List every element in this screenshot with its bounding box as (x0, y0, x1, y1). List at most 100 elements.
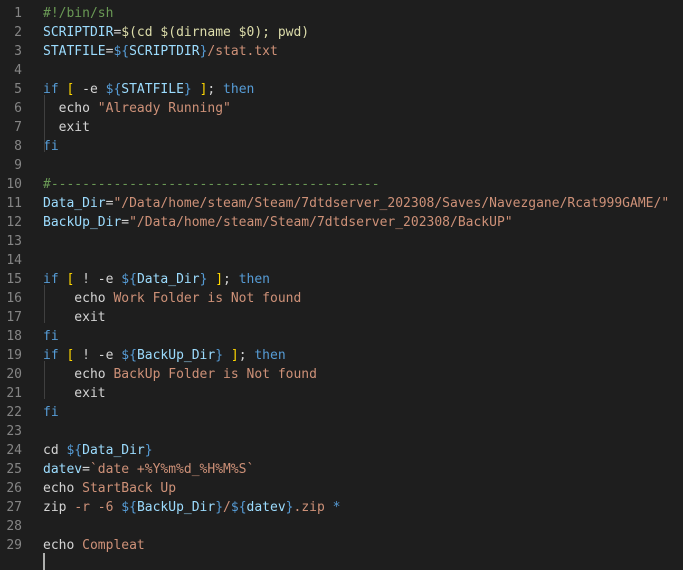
code-token-bracket: ] (230, 348, 239, 363)
code-token-string: Work Folder is Not found (113, 291, 302, 306)
code-line[interactable]: if [ -e ${STATFILE} ]; then (43, 80, 254, 99)
line-number: 4 (14, 63, 22, 78)
line-number: 7 (14, 120, 22, 135)
code-token-keyword: ${ (121, 348, 137, 363)
line-number: 10 (6, 177, 22, 192)
line-number: 9 (14, 158, 22, 173)
line-number: 25 (6, 462, 22, 477)
code-line[interactable]: #---------------------------------------… (43, 175, 380, 194)
code-token-string: Compleat (82, 538, 145, 553)
code-token-default (223, 348, 231, 363)
line-number: 24 (6, 443, 22, 458)
code-token-default: ! -e (74, 348, 122, 363)
code-line[interactable]: fi (43, 137, 59, 156)
code-token-default: cd (43, 443, 67, 458)
line-number: 27 (6, 500, 22, 515)
code-token-keyword: } (215, 500, 224, 515)
code-line[interactable]: BackUp_Dir="/Data/home/steam/Steam/7dtds… (43, 213, 513, 232)
code-token-default: exit (43, 310, 106, 325)
code-token-default: echo (43, 291, 114, 306)
code-token-default: echo (43, 538, 83, 553)
indent-guide (44, 361, 45, 399)
line-number: 13 (6, 234, 22, 249)
line-number: 26 (6, 481, 22, 496)
code-token-keyword: if (43, 82, 59, 97)
code-token-keyword: if (43, 272, 59, 287)
code-token-keyword: } (144, 443, 153, 458)
code-line[interactable]: exit (43, 118, 90, 137)
code-token-variable: STATFILE (43, 44, 106, 59)
line-number: 22 (6, 405, 22, 420)
line-number-gutter: 1 2 3 4 5 6 7 8 9 10 11 12 13 14 15 16 17 18 19 20 21 22 23 24 2… (0, 0, 40, 559)
code-line[interactable]: exit (43, 308, 106, 327)
code-editor[interactable]: 1 2 3 4 5 6 7 8 9 10 11 12 13 14 15 16 17 18 19 20 21 22 23 24 2… (0, 0, 683, 570)
line-number: 16 (6, 291, 22, 306)
code-token-keyword: * (332, 500, 341, 515)
code-line[interactable]: if [ ! -e ${BackUp_Dir} ]; then (43, 346, 286, 365)
code-token-default: exit (43, 386, 106, 401)
code-line[interactable]: echo Work Folder is Not found (43, 289, 301, 308)
code-area[interactable]: #!/bin/sh SCRIPTDIR=$(cd $(dirname $0); p… (43, 0, 683, 559)
code-token-default: ! -e (74, 272, 122, 287)
code-token-string: "Already Running" (97, 101, 231, 116)
line-number: 15 (6, 272, 22, 287)
line-number: 12 (6, 215, 22, 230)
code-token-variable: BackUp_Dir (43, 215, 122, 230)
code-token-bracket: ] (215, 272, 224, 287)
code-token-variable: Data_Dir (82, 443, 145, 458)
code-token-variable: SCRIPTDIR (43, 25, 114, 40)
line-number: 18 (6, 329, 22, 344)
code-token-default (192, 82, 200, 97)
code-line[interactable]: #!/bin/sh (43, 4, 113, 23)
code-token-default: ; (207, 82, 224, 97)
code-line[interactable]: echo "Already Running" (43, 99, 231, 118)
code-token-keyword: if (43, 348, 59, 363)
code-token-default: exit (43, 120, 90, 135)
code-token-variable: STATFILE (121, 82, 184, 97)
code-token-keyword: fi (43, 139, 59, 154)
line-number: 1 (14, 6, 22, 21)
code-token-string: .zip (293, 500, 333, 515)
code-line[interactable]: datev=`date +%Y%m%d_%H%M%S` (43, 460, 254, 479)
line-number: 20 (6, 367, 22, 382)
code-token-operator: = (82, 462, 90, 477)
code-token-keyword: } (285, 500, 294, 515)
code-token-string: BackUp Folder is Not found (113, 367, 317, 382)
line-number: 2 (14, 25, 22, 40)
code-token-comment: #---------------------------------------… (43, 177, 380, 192)
code-line[interactable]: fi (43, 327, 59, 346)
code-token-keyword: ${ (105, 82, 122, 97)
code-line[interactable]: echo BackUp Folder is Not found (43, 365, 317, 384)
indent-guide (44, 95, 45, 152)
code-token-variable: Data_Dir (136, 272, 200, 287)
text-cursor (43, 553, 45, 570)
code-token-comment: #!/bin/sh (43, 6, 114, 21)
code-token-default: echo (43, 367, 114, 382)
code-line[interactable]: fi (43, 403, 59, 422)
code-token-string: `date +%Y%m%d_%H%M%S` (89, 462, 255, 477)
code-line[interactable]: exit (43, 384, 106, 403)
code-line[interactable]: zip -r -6 ${BackUp_Dir}/${datev}.zip * (43, 498, 340, 517)
code-token-keyword: then (238, 272, 271, 287)
line-number: 6 (14, 101, 22, 116)
code-token-variable: BackUp_Dir (136, 348, 216, 363)
code-token-default: -e (74, 82, 106, 97)
code-line[interactable]: echo Compleat (43, 536, 145, 555)
code-token-operator: = (121, 215, 130, 230)
code-line[interactable]: echo StartBack Up (43, 479, 176, 498)
line-number: 5 (14, 82, 22, 97)
code-line[interactable]: if [ ! -e ${Data_Dir} ]; then (43, 270, 270, 289)
indent-guide (44, 285, 45, 323)
code-token-keyword: ${ (66, 443, 83, 458)
line-number: 3 (14, 44, 22, 59)
code-line[interactable]: cd ${Data_Dir} (43, 441, 153, 460)
line-number: 8 (14, 139, 22, 154)
code-line[interactable]: Data_Dir="/Data/home/steam/Steam/7dtdser… (43, 194, 669, 213)
code-token-default: echo (43, 101, 98, 116)
line-number: 23 (6, 424, 22, 439)
code-line[interactable]: SCRIPTDIR=$(cd $(dirname $0); pwd) (43, 23, 309, 42)
code-line[interactable]: STATFILE=${SCRIPTDIR}/stat.txt (43, 42, 278, 61)
code-token-keyword: fi (43, 405, 59, 420)
line-number: 14 (6, 253, 22, 268)
code-token-builtin: $(cd $(dirname $0); pwd) (121, 25, 310, 40)
